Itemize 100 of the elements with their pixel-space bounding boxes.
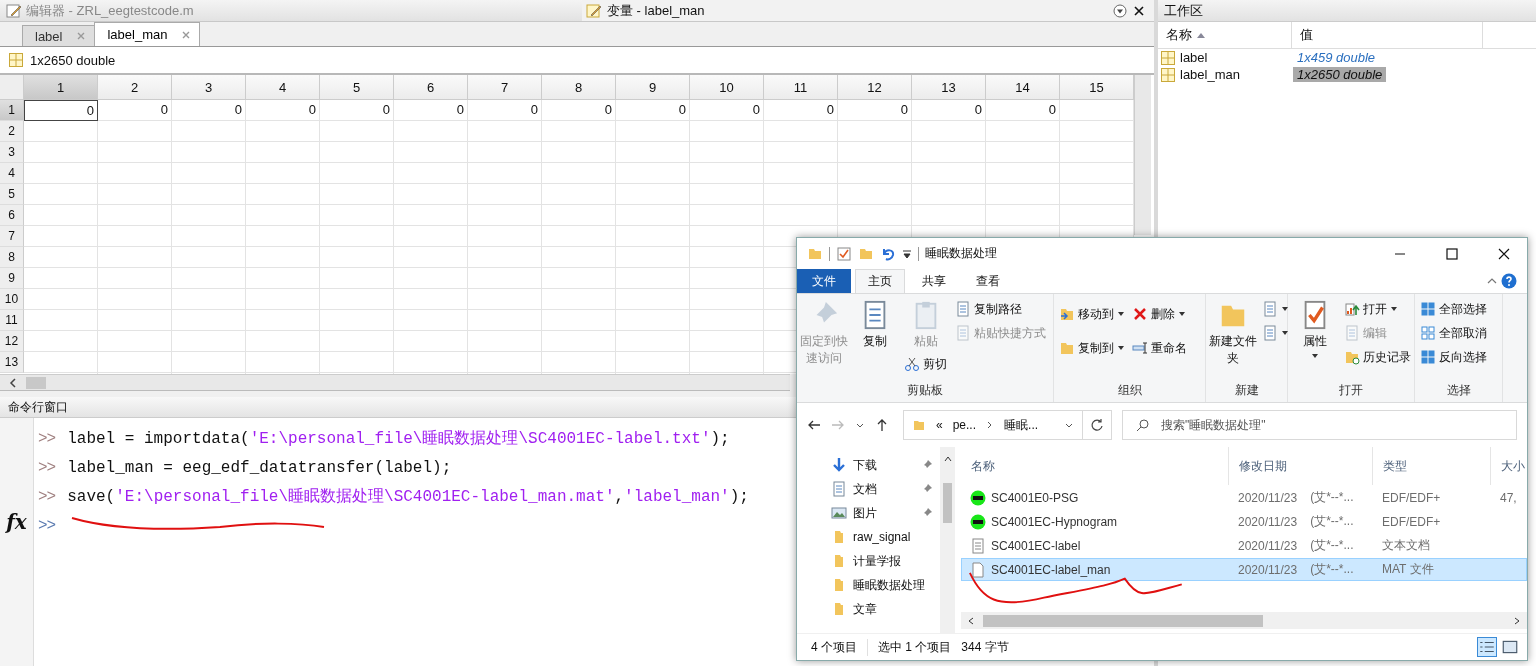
row-header[interactable]: 9 (0, 268, 24, 289)
variable-value[interactable]: 1x459 double (1293, 50, 1380, 65)
ribbon-button[interactable]: 复制到 (1057, 332, 1127, 364)
row-header[interactable]: 10 (0, 289, 24, 310)
column-header[interactable]: 15 (1060, 75, 1134, 100)
column-header[interactable]: 类型 (1373, 447, 1491, 485)
grid-icon (1420, 349, 1436, 365)
variable-name[interactable]: label (1180, 50, 1208, 65)
column-header[interactable]: 6 (394, 75, 468, 100)
navigation-item[interactable]: 文章 (831, 597, 932, 621)
navigation-item[interactable]: raw_signal (831, 525, 932, 549)
prompt: >> (38, 429, 56, 448)
column-header[interactable]: 2 (98, 75, 172, 100)
collapse-icon[interactable] (1487, 276, 1497, 286)
ribbon-button[interactable]: 新建文件夹 (1209, 298, 1257, 368)
help-icon[interactable] (1501, 273, 1517, 289)
column-header[interactable]: 值 (1292, 22, 1483, 48)
back-arrow-icon[interactable] (807, 418, 821, 432)
variable-value[interactable]: 1x2650 double (1293, 67, 1387, 82)
row-header[interactable]: 6 (0, 205, 24, 226)
file-date: 2020/11/23 (1238, 562, 1298, 577)
column-header[interactable]: 13 (912, 75, 986, 100)
column-header[interactable]: 名称 (1158, 22, 1292, 48)
scroll-thumb[interactable] (943, 483, 952, 523)
navigation-item[interactable]: 睡眠数据处理 (831, 573, 932, 597)
scroll-thumb[interactable] (983, 614, 1263, 627)
details-view-icon[interactable] (1477, 637, 1497, 657)
file-row[interactable]: SC4001E0-PSG 2020/11/23 (艾*--*... EDF/EDF+ 47, (961, 486, 1527, 509)
scroll-thumb[interactable] (26, 376, 46, 389)
address-bar[interactable]: « pe... 睡眠... (903, 410, 1083, 440)
column-header[interactable]: 5 (320, 75, 394, 100)
column-header[interactable]: 修改日期 (1229, 447, 1373, 485)
column-header[interactable]: 9 (616, 75, 690, 100)
column-header[interactable]: 4 (246, 75, 320, 100)
ribbon-button[interactable]: 重命名 (1130, 332, 1189, 364)
pin-icon (922, 460, 932, 470)
column-header[interactable]: 10 (690, 75, 764, 100)
ribbon-button[interactable]: 剪切 (902, 353, 950, 375)
row-header[interactable]: 7 (0, 226, 24, 247)
row-header[interactable]: 13 (0, 352, 24, 373)
search-field[interactable]: 搜索"睡眠数据处理" (1122, 410, 1517, 440)
row-header[interactable]: 12 (0, 331, 24, 352)
ribbon-button[interactable]: 反向选择 (1418, 346, 1489, 368)
scrollbar[interactable] (940, 447, 955, 633)
ribbon-button[interactable]: 复制 (851, 298, 899, 351)
file-row[interactable]: SC4001EC-label_man 2020/11/23 (艾*--*... MAT 文件 (961, 558, 1527, 581)
row-header[interactable]: 1 (0, 100, 24, 121)
ribbon-tab[interactable]: 查看 (963, 269, 1013, 293)
column-header[interactable]: 1 (24, 75, 98, 100)
scrollbar[interactable] (0, 374, 790, 391)
ribbon-tab[interactable]: 主页 (855, 269, 905, 293)
row-header[interactable]: 2 (0, 121, 24, 142)
dropdown-icon[interactable] (902, 248, 912, 259)
function-button[interactable]: fx (6, 510, 27, 534)
ribbon-tab[interactable]: 文件 (797, 269, 851, 293)
column-header[interactable]: 名称 (961, 447, 1229, 485)
up-arrow-icon[interactable] (875, 418, 889, 432)
variable-tab[interactable]: label_man (94, 22, 201, 46)
checkbox-icon[interactable] (836, 245, 852, 262)
navigation-item[interactable]: 下载 (831, 453, 932, 477)
ribbon-button[interactable]: 删除 (1130, 298, 1189, 330)
column-header[interactable]: 8 (542, 75, 616, 100)
folder-icon (1059, 306, 1075, 322)
ribbon-button[interactable]: 全部选择 (1418, 298, 1489, 320)
ribbon-button[interactable]: 属性 (1291, 298, 1339, 361)
dropdown-icon[interactable] (1113, 3, 1127, 18)
row-header[interactable]: 11 (0, 310, 24, 331)
row-header[interactable]: 3 (0, 142, 24, 163)
document-icon (1262, 325, 1278, 341)
ribbon-button[interactable]: 移动到 (1057, 298, 1127, 330)
column-header[interactable]: 3 (172, 75, 246, 100)
file-author: (艾*--*... (1310, 513, 1354, 530)
thumbnail-view-icon[interactable] (1501, 638, 1519, 656)
column-header[interactable]: 11 (764, 75, 838, 100)
prompt[interactable]: >> (38, 516, 56, 535)
delete-icon (1132, 306, 1148, 322)
column-header[interactable]: 7 (468, 75, 542, 100)
ribbon-button[interactable]: 全部取消 (1418, 322, 1489, 344)
scrollbar[interactable] (1134, 75, 1151, 235)
scrollbar[interactable] (961, 612, 1527, 629)
ribbon-button[interactable]: 复制路径 (953, 298, 1048, 320)
file-row[interactable]: SC4001EC-Hypnogram 2020/11/23 (艾*--*... EDF/EDF+ (961, 510, 1527, 533)
navigation-item[interactable]: 文档 (831, 477, 932, 501)
refresh-button[interactable] (1082, 410, 1112, 440)
row-header[interactable]: 5 (0, 184, 24, 205)
variable-name[interactable]: label_man (1180, 67, 1240, 82)
row-header[interactable]: 4 (0, 163, 24, 184)
file-row[interactable]: SC4001EC-label 2020/11/23 (艾*--*... 文本文档 (961, 534, 1527, 557)
navigation-item[interactable]: 图片 (831, 501, 932, 525)
column-header[interactable]: 14 (986, 75, 1060, 100)
column-header[interactable]: 12 (838, 75, 912, 100)
column-header[interactable]: 大小 (1491, 447, 1527, 485)
table-cell[interactable]: 0 (24, 100, 98, 121)
ribbon-tab[interactable]: 共享 (909, 269, 959, 293)
variable-tab[interactable]: label (22, 25, 96, 46)
ribbon-button[interactable]: 历史记录 (1342, 346, 1413, 368)
navigation-item[interactable]: 计量学报 (831, 549, 932, 573)
row-header[interactable]: 8 (0, 247, 24, 268)
close-icon[interactable] (1132, 3, 1146, 18)
ribbon-button[interactable]: 打开 (1342, 298, 1413, 320)
